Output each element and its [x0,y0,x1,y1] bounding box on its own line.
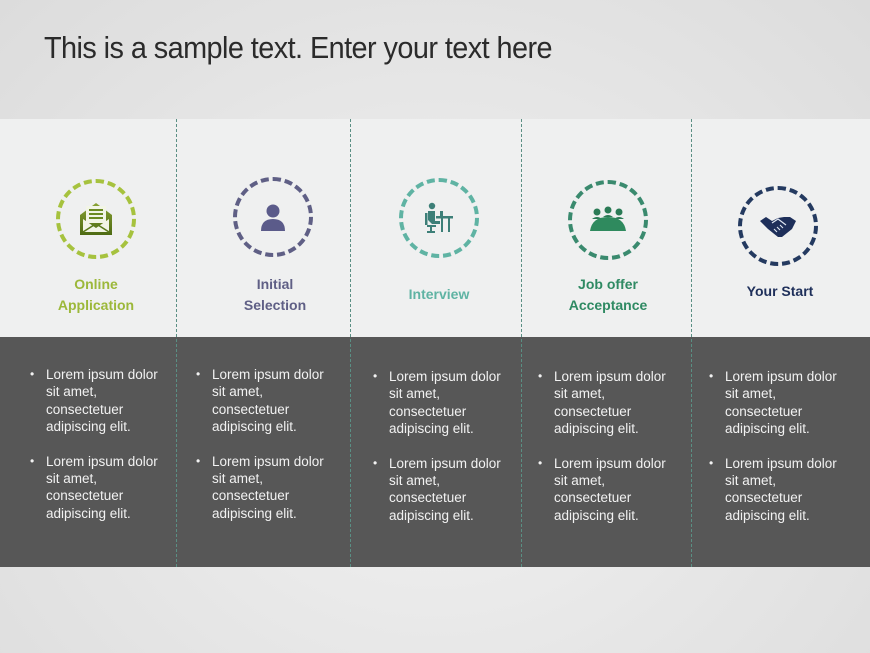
bullet-item: Lorem ipsum dolorsit amet,consectetuerad… [196,453,347,523]
step-label: Your Start [746,283,814,299]
bullet-item: Lorem ipsum dolorsit amet,consectetuerad… [538,455,689,525]
bullet-list: Lorem ipsum dolorsit amet,consectetuerad… [538,368,689,541]
bullet-list: Lorem ipsum dolorsit amet,consectetuerad… [30,366,181,539]
step-label: Job offer Acceptance [568,276,648,313]
bullet-list: Lorem ipsum dolorsit amet,consectetuerad… [373,368,524,541]
slide-title: This is a sample text. Enter your text h… [44,30,553,65]
handshake-icon [760,217,796,237]
dashed-circle [568,180,648,260]
envelope-letter-icon [80,203,112,235]
bullet-item: Lorem ipsum dolorsit amet,consectetuerad… [196,366,347,436]
user-icon [261,204,285,231]
bullet-item: Lorem ipsum dolorsit amet,consectetuerad… [30,366,181,436]
bullet-item: Lorem ipsum dolorsit amet,consectetuerad… [709,368,860,438]
dashed-circle [233,177,313,257]
step-label: Interview [408,286,470,302]
bullet-item: Lorem ipsum dolorsit amet,consectetuerad… [373,455,524,525]
bullet-item: Lorem ipsum dolorsit amet,consectetuerad… [30,453,181,523]
bullet-item: Lorem ipsum dolorsit amet,consectetuerad… [709,455,860,525]
dashed-circle [56,179,136,259]
step-label: Online Application [57,276,135,313]
bullet-item: Lorem ipsum dolorsit amet,consectetuerad… [373,368,524,438]
person-at-desk-icon [425,202,453,233]
bullet-list: Lorem ipsum dolorsit amet,consectetuerad… [196,366,347,539]
meeting-group-icon [590,206,626,231]
dashed-circle [399,178,479,258]
step-label: Initial Selection [243,276,307,313]
bullet-item: Lorem ipsum dolorsit amet,consectetuerad… [538,368,689,438]
dashed-circle [738,186,818,266]
bullet-list: Lorem ipsum dolorsit amet,consectetuerad… [709,368,860,541]
column-divider [691,119,692,567]
column-divider [350,119,351,567]
